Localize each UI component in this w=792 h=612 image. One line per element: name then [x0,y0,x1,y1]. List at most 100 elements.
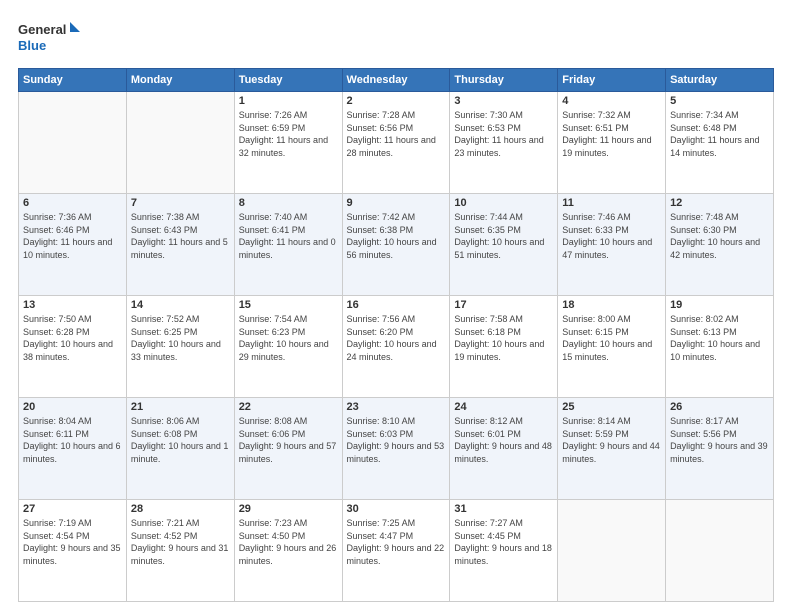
day-detail: Sunrise: 7:27 AM Sunset: 4:45 PM Dayligh… [454,517,553,567]
day-number: 26 [670,401,769,413]
day-header-saturday: Saturday [666,69,774,92]
calendar-cell: 6 Sunrise: 7:36 AM Sunset: 6:46 PM Daylig… [19,194,127,296]
day-number: 22 [239,401,338,413]
day-header-sunday: Sunday [19,69,127,92]
day-detail: Sunrise: 7:26 AM Sunset: 6:59 PM Dayligh… [239,109,338,159]
calendar-cell: 5 Sunrise: 7:34 AM Sunset: 6:48 PM Daylig… [666,92,774,194]
day-detail: Sunrise: 8:02 AM Sunset: 6:13 PM Dayligh… [670,313,769,363]
svg-text:General: General [18,22,66,37]
calendar-cell: 29 Sunrise: 7:23 AM Sunset: 4:50 PM Dayli… [234,500,342,602]
day-number: 18 [562,299,661,311]
calendar-cell: 19Sunrise: 8:02 AM Sunset: 6:13 PM Dayli… [666,296,774,398]
day-detail: Sunrise: 7:28 AM Sunset: 6:56 PM Dayligh… [347,109,446,159]
calendar-cell: 14 Sunrise: 7:52 AM Sunset: 6:25 PM Dayli… [126,296,234,398]
day-number: 15 [239,299,338,311]
day-number: 20 [23,401,122,413]
calendar-cell: 21 Sunrise: 8:06 AM Sunset: 6:08 PM Dayli… [126,398,234,500]
calendar-cell: 20 Sunrise: 8:04 AM Sunset: 6:11 PM Dayli… [19,398,127,500]
calendar-cell: 31 Sunrise: 7:27 AM Sunset: 4:45 PM Dayli… [450,500,558,602]
day-detail: Sunrise: 7:42 AM Sunset: 6:38 PM Dayligh… [347,211,446,261]
day-number: 10 [454,197,553,209]
day-number: 27 [23,503,122,515]
day-detail: Sunrise: 7:21 AM Sunset: 4:52 PM Dayligh… [131,517,230,567]
day-detail: Sunrise: 8:12 AM Sunset: 6:01 PM Dayligh… [454,415,553,465]
day-number: 2 [347,95,446,107]
day-number: 9 [347,197,446,209]
day-header-wednesday: Wednesday [342,69,450,92]
calendar-header-row: SundayMondayTuesdayWednesdayThursdayFrid… [19,69,774,92]
day-detail: Sunrise: 8:00 AM Sunset: 6:15 PM Dayligh… [562,313,661,363]
day-detail: Sunrise: 7:19 AM Sunset: 4:54 PM Dayligh… [23,517,122,567]
day-number: 7 [131,197,230,209]
day-header-monday: Monday [126,69,234,92]
day-number: 23 [347,401,446,413]
calendar-cell: 4 Sunrise: 7:32 AM Sunset: 6:51 PM Daylig… [558,92,666,194]
calendar-cell: 2 Sunrise: 7:28 AM Sunset: 6:56 PM Daylig… [342,92,450,194]
day-detail: Sunrise: 7:25 AM Sunset: 4:47 PM Dayligh… [347,517,446,567]
day-header-friday: Friday [558,69,666,92]
day-number: 30 [347,503,446,515]
calendar-cell: 18 Sunrise: 8:00 AM Sunset: 6:15 PM Dayli… [558,296,666,398]
calendar-cell: 3 Sunrise: 7:30 AM Sunset: 6:53 PM Daylig… [450,92,558,194]
day-number: 12 [670,197,769,209]
calendar-cell: 11 Sunrise: 7:46 AM Sunset: 6:33 PM Dayli… [558,194,666,296]
calendar-cell: 23 Sunrise: 8:10 AM Sunset: 6:03 PM Dayli… [342,398,450,500]
day-detail: Sunrise: 7:48 AM Sunset: 6:30 PM Dayligh… [670,211,769,261]
calendar-cell: 28 Sunrise: 7:21 AM Sunset: 4:52 PM Dayli… [126,500,234,602]
calendar-cell: 15 Sunrise: 7:54 AM Sunset: 6:23 PM Dayli… [234,296,342,398]
calendar-cell: 10Sunrise: 7:44 AM Sunset: 6:35 PM Dayli… [450,194,558,296]
svg-text:Blue: Blue [18,38,46,53]
day-number: 28 [131,503,230,515]
day-detail: Sunrise: 8:04 AM Sunset: 6:11 PM Dayligh… [23,415,122,465]
calendar-cell: 7 Sunrise: 7:38 AM Sunset: 6:43 PM Daylig… [126,194,234,296]
day-detail: Sunrise: 8:10 AM Sunset: 6:03 PM Dayligh… [347,415,446,465]
day-detail: Sunrise: 7:30 AM Sunset: 6:53 PM Dayligh… [454,109,553,159]
day-detail: Sunrise: 7:36 AM Sunset: 6:46 PM Dayligh… [23,211,122,261]
calendar-cell: 12 Sunrise: 7:48 AM Sunset: 6:30 PM Dayli… [666,194,774,296]
calendar-cell: 26 Sunrise: 8:17 AM Sunset: 5:56 PM Dayli… [666,398,774,500]
day-number: 31 [454,503,553,515]
day-detail: Sunrise: 8:08 AM Sunset: 6:06 PM Dayligh… [239,415,338,465]
day-number: 11 [562,197,661,209]
calendar-week-row: 13Sunrise: 7:50 AM Sunset: 6:28 PM Dayli… [19,296,774,398]
day-detail: Sunrise: 7:46 AM Sunset: 6:33 PM Dayligh… [562,211,661,261]
calendar-cell: 25Sunrise: 8:14 AM Sunset: 5:59 PM Dayli… [558,398,666,500]
day-number: 1 [239,95,338,107]
day-number: 29 [239,503,338,515]
day-number: 24 [454,401,553,413]
day-header-tuesday: Tuesday [234,69,342,92]
day-number: 4 [562,95,661,107]
day-detail: Sunrise: 7:54 AM Sunset: 6:23 PM Dayligh… [239,313,338,363]
calendar-table: SundayMondayTuesdayWednesdayThursdayFrid… [18,68,774,602]
calendar-cell: 24 Sunrise: 8:12 AM Sunset: 6:01 PM Dayli… [450,398,558,500]
day-number: 8 [239,197,338,209]
day-number: 21 [131,401,230,413]
calendar-cell: 13Sunrise: 7:50 AM Sunset: 6:28 PM Dayli… [19,296,127,398]
day-detail: Sunrise: 7:23 AM Sunset: 4:50 PM Dayligh… [239,517,338,567]
day-detail: Sunrise: 7:52 AM Sunset: 6:25 PM Dayligh… [131,313,230,363]
day-number: 3 [454,95,553,107]
logo-svg: General Blue [18,18,83,58]
calendar-cell: 1 Sunrise: 7:26 AM Sunset: 6:59 PM Daylig… [234,92,342,194]
day-number: 14 [131,299,230,311]
day-number: 5 [670,95,769,107]
calendar-cell: 17 Sunrise: 7:58 AM Sunset: 6:18 PM Dayli… [450,296,558,398]
day-number: 6 [23,197,122,209]
day-detail: Sunrise: 8:17 AM Sunset: 5:56 PM Dayligh… [670,415,769,465]
calendar-week-row: 20 Sunrise: 8:04 AM Sunset: 6:11 PM Dayli… [19,398,774,500]
calendar-cell: 22 Sunrise: 8:08 AM Sunset: 6:06 PM Dayli… [234,398,342,500]
day-detail: Sunrise: 7:34 AM Sunset: 6:48 PM Dayligh… [670,109,769,159]
day-detail: Sunrise: 7:32 AM Sunset: 6:51 PM Dayligh… [562,109,661,159]
calendar-cell: 9 Sunrise: 7:42 AM Sunset: 6:38 PM Daylig… [342,194,450,296]
day-detail: Sunrise: 7:58 AM Sunset: 6:18 PM Dayligh… [454,313,553,363]
header: General Blue [18,18,774,58]
calendar-week-row: 6 Sunrise: 7:36 AM Sunset: 6:46 PM Daylig… [19,194,774,296]
day-detail: Sunrise: 8:06 AM Sunset: 6:08 PM Dayligh… [131,415,230,465]
calendar-cell [558,500,666,602]
calendar-cell: 8Sunrise: 7:40 AM Sunset: 6:41 PM Daylig… [234,194,342,296]
day-detail: Sunrise: 7:38 AM Sunset: 6:43 PM Dayligh… [131,211,230,261]
day-header-thursday: Thursday [450,69,558,92]
day-number: 17 [454,299,553,311]
day-number: 13 [23,299,122,311]
calendar-cell [19,92,127,194]
